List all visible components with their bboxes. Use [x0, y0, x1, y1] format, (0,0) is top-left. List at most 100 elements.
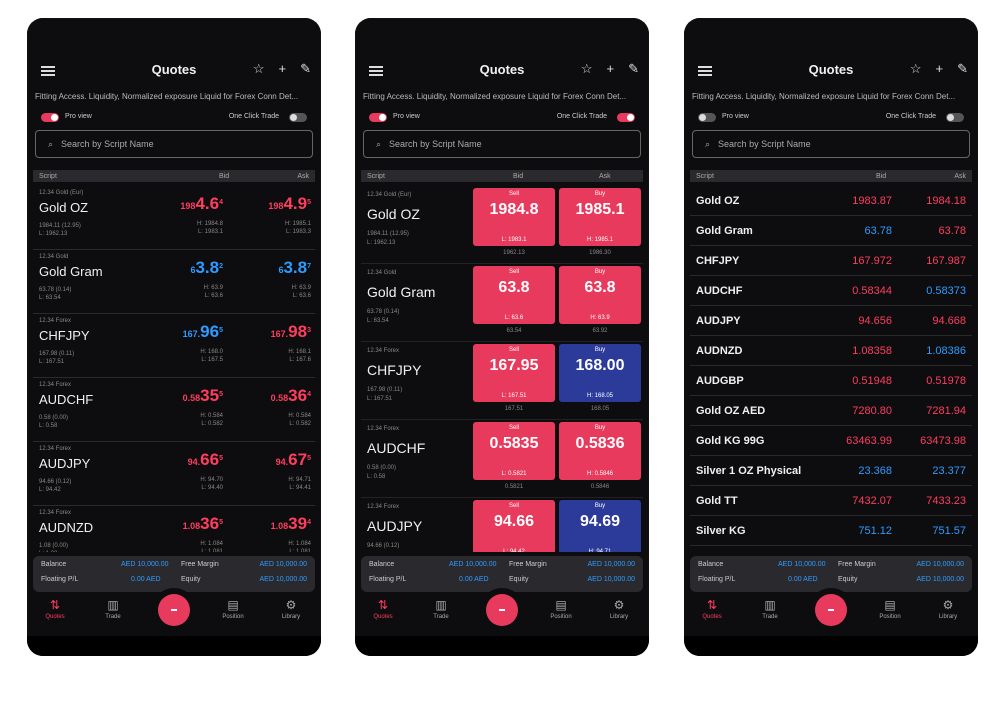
one-click-toggle[interactable]: [617, 113, 635, 122]
bid-price[interactable]: 63.78: [864, 225, 892, 237]
new-order-button[interactable]: [158, 594, 190, 626]
quote-row[interactable]: AUDJPY 94.656 94.668: [690, 306, 972, 336]
nav-position[interactable]: ▤ Position: [541, 598, 581, 620]
bid-price[interactable]: 0.51948: [852, 375, 892, 387]
ask-price[interactable]: 63.78: [938, 225, 966, 237]
quote-row[interactable]: 12.34 ForexAUDNZD1.08 (0.00)L: 1.081.083…: [33, 506, 315, 552]
quote-row[interactable]: Silver KG 751.12 751.57: [690, 516, 972, 546]
bid-price[interactable]: 0.58344: [852, 285, 892, 297]
search-input[interactable]: ⌕ Search by Script Name: [692, 130, 970, 158]
sell-tile[interactable]: Sell 63.8 L: 63.6 63.54: [473, 266, 555, 334]
pro-view-toggle[interactable]: [41, 113, 59, 122]
one-click-toggle[interactable]: [289, 113, 307, 122]
bid-price[interactable]: 167.972: [852, 255, 892, 267]
bid-price[interactable]: 7280.80: [852, 405, 892, 417]
ask-price[interactable]: 751.57: [932, 525, 966, 537]
nav-trade[interactable]: ▥ Trade: [421, 598, 461, 620]
search-input[interactable]: ⌕ Search by Script Name: [363, 130, 641, 158]
sell-tile[interactable]: Sell94.66L: 94.4294.42: [473, 500, 555, 552]
buy-tile[interactable]: Buy 168.00 H: 168.05 168.05: [559, 344, 641, 412]
edit-icon[interactable]: ✎: [957, 61, 968, 77]
quote-row[interactable]: Gold OZ AED 7280.80 7281.94: [690, 396, 972, 426]
buy-tile[interactable]: Buy 63.8 H: 63.9 63.92: [559, 266, 641, 334]
ask-price[interactable]: 1984.95: [268, 194, 311, 214]
ask-price[interactable]: 167.983: [271, 322, 311, 342]
quote-row[interactable]: CHFJPY 167.972 167.987: [690, 246, 972, 276]
ask-price[interactable]: 167.987: [926, 255, 966, 267]
bid-price[interactable]: 63463.99: [846, 435, 892, 447]
quote-row[interactable]: 12.34 Forex CHFJPY 167.98 (0.11) L: 167.51 1…: [33, 314, 315, 378]
ask-price[interactable]: 1984.18: [926, 195, 966, 207]
quote-row[interactable]: AUDCHF 0.58344 0.58373: [690, 276, 972, 306]
nav-trade[interactable]: ▥ Trade: [93, 598, 133, 620]
bid-price[interactable]: 751.12: [858, 525, 892, 537]
ask-price[interactable]: 0.58373: [926, 285, 966, 297]
buy-tile[interactable]: Buy 0.5836 H: 0.5846 0.5846: [559, 422, 641, 490]
ask-price-prefix: 1.08: [270, 521, 289, 531]
quote-row[interactable]: Silver 1 OZ Physical 23.368 23.377: [690, 456, 972, 486]
search-input[interactable]: ⌕ Search by Script Name: [35, 130, 313, 158]
ask-price[interactable]: 7281.94: [926, 405, 966, 417]
quote-row[interactable]: Gold Gram 63.78 63.78: [690, 216, 972, 246]
nav-position[interactable]: ▤ Position: [213, 598, 253, 620]
ask-price[interactable]: 63473.98: [920, 435, 966, 447]
star-icon[interactable]: ☆: [910, 61, 922, 77]
buy-tile[interactable]: Buy 1985.1 H: 1985.1 1986.30: [559, 188, 641, 256]
nav-quotes[interactable]: ⇅ Quotes: [35, 598, 75, 620]
quote-row[interactable]: 12.34 Forex AUDCHF 0.58 (0.00) L: 0.58 0.583…: [33, 378, 315, 442]
ask-price[interactable]: 7433.23: [926, 495, 966, 507]
new-order-button[interactable]: [815, 594, 847, 626]
bid-price[interactable]: 94.656: [858, 315, 892, 327]
ask-price[interactable]: 0.51978: [926, 375, 966, 387]
sell-tile[interactable]: Sell 167.95 L: 167.51 167.51: [473, 344, 555, 412]
sell-tile[interactable]: Sell 1984.8 L: 1983.1 1962.13: [473, 188, 555, 256]
ask-price[interactable]: 0.58364: [271, 386, 311, 406]
buy-tile[interactable]: Buy94.69H: 94.7194.71: [559, 500, 641, 552]
edit-icon[interactable]: ✎: [300, 61, 311, 77]
ask-price[interactable]: 94.675: [276, 450, 311, 470]
bid-price[interactable]: 94.665: [188, 450, 223, 470]
quote-row[interactable]: AUDGBP 0.51948 0.51978: [690, 366, 972, 396]
nav-position[interactable]: ▤ Position: [870, 598, 910, 620]
ask-price[interactable]: 1.08394: [271, 514, 311, 534]
bid-price[interactable]: 167.965: [183, 322, 223, 342]
nav-library[interactable]: ⚙ Library: [599, 598, 639, 620]
quote-row[interactable]: 12.34 Forex AUDJPY 94.66 (0.12) L: 94.42 94.…: [33, 442, 315, 506]
bid-price[interactable]: 1.08358: [852, 345, 892, 357]
star-icon[interactable]: ☆: [581, 61, 593, 77]
bid-price[interactable]: 1.08365: [183, 514, 223, 534]
quote-row[interactable]: 12.34 Gold (Eur) Gold OZ 1984.11 (12.95) L:…: [33, 186, 315, 250]
add-icon[interactable]: +: [279, 61, 287, 77]
quote-row[interactable]: AUDNZD 1.08358 1.08386: [690, 336, 972, 366]
nav-quotes[interactable]: ⇅ Quotes: [363, 598, 403, 620]
ask-range: H: 168.1 L: 167.6: [288, 348, 311, 364]
ask-price[interactable]: 1.08386: [926, 345, 966, 357]
ask-price[interactable]: 23.377: [932, 465, 966, 477]
nav-library[interactable]: ⚙ Library: [928, 598, 968, 620]
nav-library[interactable]: ⚙ Library: [271, 598, 311, 620]
new-order-button[interactable]: [486, 594, 518, 626]
quote-row[interactable]: Gold TT 7432.07 7433.23: [690, 486, 972, 516]
add-icon[interactable]: +: [936, 61, 944, 77]
nav-trade[interactable]: ▥ Trade: [750, 598, 790, 620]
bid-price[interactable]: 1984.64: [180, 194, 223, 214]
bid-price[interactable]: 7432.07: [852, 495, 892, 507]
ask-price[interactable]: 63.87: [278, 258, 311, 278]
quote-subtitle: 12.34 Forex: [367, 504, 400, 510]
quote-row[interactable]: 12.34 Gold Gold Gram 63.78 (0.14) L: 63.54 6…: [33, 250, 315, 314]
bid-price[interactable]: 63.82: [190, 258, 223, 278]
add-icon[interactable]: +: [607, 61, 615, 77]
quote-row[interactable]: Gold KG 99G 63463.99 63473.98: [690, 426, 972, 456]
pro-view-toggle[interactable]: [698, 113, 716, 122]
nav-quotes[interactable]: ⇅ Quotes: [692, 598, 732, 620]
ask-price[interactable]: 94.668: [932, 315, 966, 327]
bid-price[interactable]: 1983.87: [852, 195, 892, 207]
star-icon[interactable]: ☆: [253, 61, 265, 77]
edit-icon[interactable]: ✎: [628, 61, 639, 77]
bid-price[interactable]: 23.368: [858, 465, 892, 477]
pro-view-toggle[interactable]: [369, 113, 387, 122]
bid-price[interactable]: 0.58355: [183, 386, 223, 406]
sell-tile[interactable]: Sell 0.5835 L: 0.5821 0.5821: [473, 422, 555, 490]
one-click-toggle[interactable]: [946, 113, 964, 122]
quote-row[interactable]: Gold OZ 1983.87 1984.18: [690, 186, 972, 216]
